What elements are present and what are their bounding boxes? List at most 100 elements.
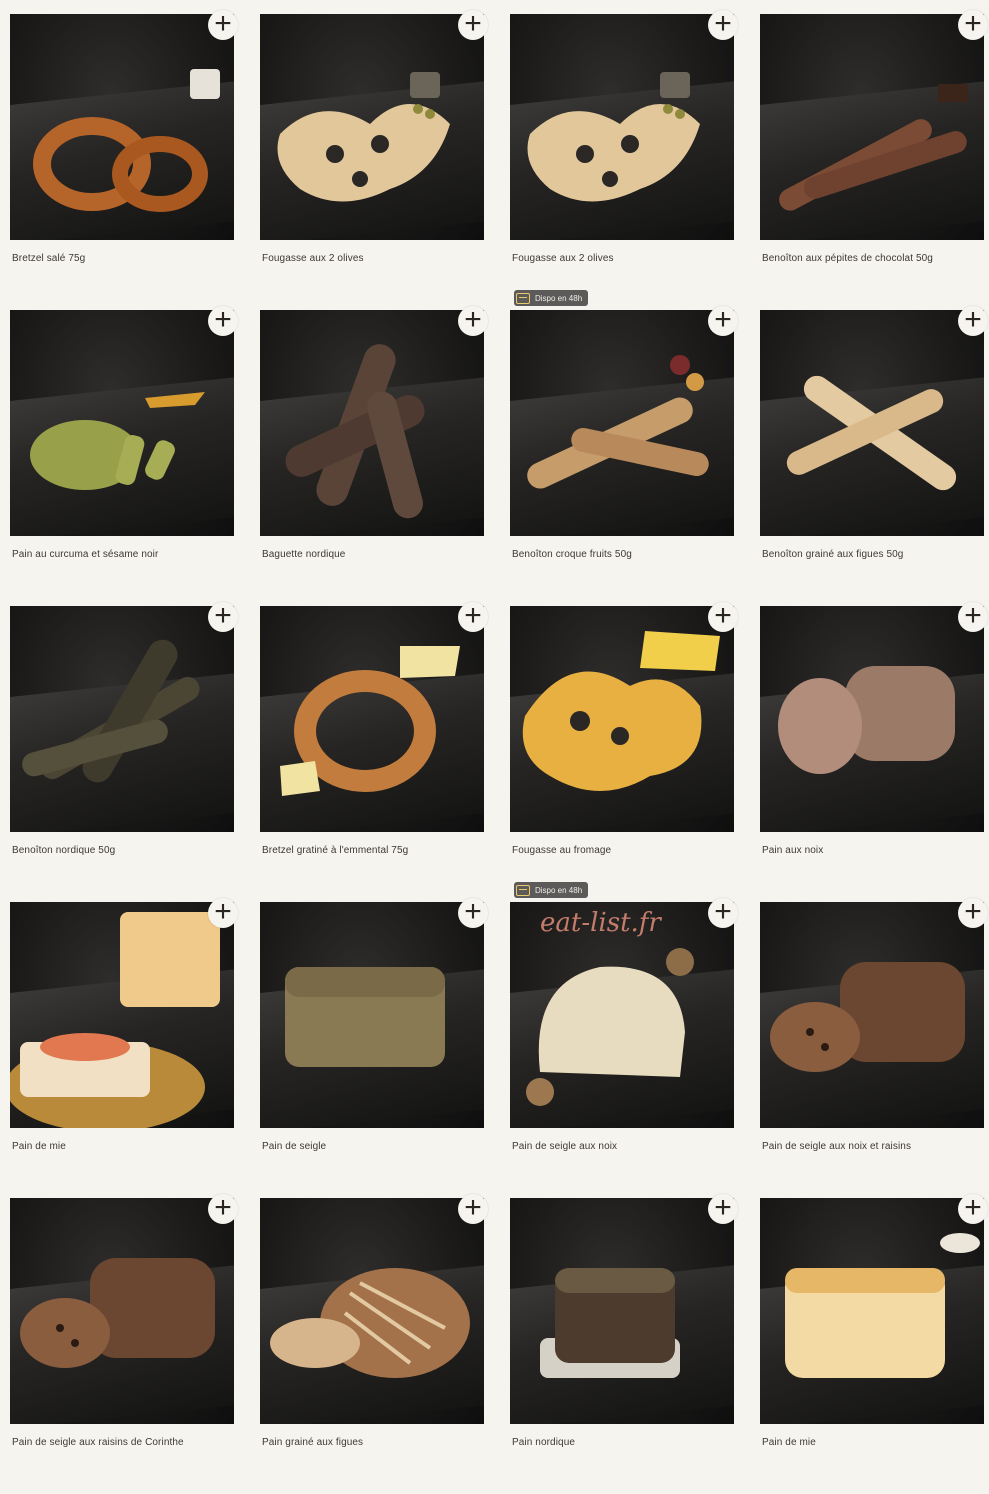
product-photo [760, 1198, 984, 1424]
add-to-cart-button[interactable]: + [708, 894, 738, 928]
oven-icon [516, 292, 530, 304]
product-name[interactable]: Bretzel gratiné à l'emmental 75g [262, 845, 408, 856]
product-photo [760, 310, 984, 536]
product-card[interactable]: + Benoîton nordique 50g [10, 600, 238, 902]
product-photo [510, 310, 734, 536]
product-card[interactable]: + Dispo en 48h Fougasse aux 2 olives [510, 8, 738, 310]
product-card[interactable]: + Pain de mie [10, 896, 238, 1198]
availability-label: Dispo en 48h [535, 293, 583, 303]
plus-icon: + [214, 6, 232, 40]
product-name[interactable]: Pain de seigle aux raisins de Corinthe [12, 1437, 184, 1448]
product-name[interactable]: Pain de seigle aux noix et raisins [762, 1141, 911, 1152]
product-card[interactable]: + Pain de seigle aux noix [510, 896, 738, 1198]
plus-icon: + [464, 598, 482, 632]
plus-icon: + [964, 598, 982, 632]
plus-icon: + [214, 1190, 232, 1224]
add-to-cart-button[interactable]: + [458, 894, 488, 928]
availability-label: Dispo en 48h [535, 885, 583, 895]
product-name[interactable]: Benoîton nordique 50g [12, 845, 115, 856]
add-to-cart-button[interactable]: + [958, 598, 988, 632]
plus-icon: + [714, 6, 732, 40]
plus-icon: + [464, 6, 482, 40]
plus-icon: + [714, 302, 732, 336]
product-card[interactable]: + Pain de mie [760, 1192, 988, 1494]
product-card[interactable]: + Bretzel gratiné à l'emmental 75g [260, 600, 488, 902]
plus-icon: + [714, 598, 732, 632]
product-card[interactable]: + Benoîton grainé aux figues 50g [760, 304, 988, 606]
product-photo [760, 14, 984, 240]
product-photo [10, 902, 234, 1128]
product-name[interactable]: Benoîton grainé aux figues 50g [762, 549, 903, 560]
add-to-cart-button[interactable]: + [458, 302, 488, 336]
product-name[interactable]: Fougasse au fromage [512, 845, 611, 856]
add-to-cart-button[interactable]: + [708, 598, 738, 632]
product-card[interactable]: + Benoîton croque fruits 50g [510, 304, 738, 606]
plus-icon: + [964, 1190, 982, 1224]
product-photo [760, 902, 984, 1128]
product-card[interactable]: + Pain grainé aux figues [260, 1192, 488, 1494]
plus-icon: + [714, 894, 732, 928]
plus-icon: + [214, 302, 232, 336]
oven-icon [516, 884, 530, 896]
add-to-cart-button[interactable]: + [208, 302, 238, 336]
product-card[interactable]: + Baguette nordique [260, 304, 488, 606]
product-photo [10, 14, 234, 240]
product-photo [260, 14, 484, 240]
add-to-cart-button[interactable]: + [458, 598, 488, 632]
add-to-cart-button[interactable]: + [208, 896, 238, 928]
product-photo [260, 310, 484, 536]
plus-icon: + [464, 894, 482, 928]
add-to-cart-button[interactable]: + [708, 302, 738, 336]
product-photo [760, 606, 984, 832]
product-photo [10, 1198, 234, 1424]
add-to-cart-button[interactable]: + [458, 6, 488, 40]
add-to-cart-button[interactable]: + [958, 1190, 988, 1224]
product-card[interactable]: + Benoîton aux pépites de chocolat 50g [760, 8, 988, 310]
product-name[interactable]: Bretzel salé 75g [12, 253, 85, 264]
product-name[interactable]: Pain de mie [12, 1141, 66, 1152]
product-card[interactable]: + Pain aux noix [760, 600, 988, 902]
add-to-cart-button[interactable]: + [208, 1190, 238, 1224]
plus-icon: + [964, 6, 982, 40]
product-photo [260, 606, 484, 832]
add-to-cart-button[interactable]: + [708, 1192, 738, 1224]
product-photo [510, 14, 734, 240]
add-to-cart-button[interactable]: + [208, 6, 238, 40]
product-name[interactable]: Baguette nordique [262, 549, 345, 560]
product-photo [10, 606, 234, 832]
product-name[interactable]: Pain de mie [762, 1437, 816, 1448]
product-name[interactable]: Pain grainé aux figues [262, 1437, 363, 1448]
product-card[interactable]: + Dispo en 48h Fougasse au fromage [510, 600, 738, 902]
product-name[interactable]: Benoîton croque fruits 50g [512, 549, 632, 560]
add-to-cart-button[interactable]: + [208, 598, 238, 632]
add-to-cart-button[interactable]: + [958, 6, 988, 40]
add-to-cart-button[interactable]: + [708, 6, 738, 40]
add-to-cart-button[interactable]: + [458, 1190, 488, 1224]
product-photo [510, 606, 734, 832]
product-name[interactable]: Pain de seigle [262, 1141, 326, 1152]
product-card[interactable]: + Pain nordique [510, 1192, 738, 1494]
product-photo [260, 1198, 484, 1424]
product-name[interactable]: Pain de seigle aux noix [512, 1141, 617, 1152]
product-name[interactable]: Fougasse aux 2 olives [262, 253, 364, 264]
availability-badge: Dispo en 48h [514, 290, 589, 306]
product-name[interactable]: Pain nordique [512, 1437, 575, 1448]
product-card[interactable]: + Pain au curcuma et sésame noir [10, 304, 238, 606]
product-name[interactable]: Benoîton aux pépites de chocolat 50g [762, 253, 933, 264]
plus-icon: + [464, 302, 482, 336]
plus-icon: + [464, 1190, 482, 1224]
plus-icon: + [214, 598, 232, 632]
product-card[interactable]: + Pain de seigle aux raisins de Corinthe [10, 1192, 238, 1494]
product-card[interactable]: + Bretzel salé 75g [10, 8, 238, 310]
product-name[interactable]: Pain aux noix [762, 845, 823, 856]
product-card[interactable]: + Fougasse aux 2 olives [260, 8, 488, 310]
product-name[interactable]: Pain au curcuma et sésame noir [12, 549, 158, 560]
product-photo [510, 1198, 734, 1424]
plus-icon: + [964, 302, 982, 336]
product-card[interactable]: + Pain de seigle aux noix et raisins [760, 896, 988, 1198]
add-to-cart-button[interactable]: + [958, 302, 988, 336]
product-card[interactable]: + Pain de seigle [260, 896, 488, 1198]
add-to-cart-button[interactable]: + [958, 896, 988, 928]
availability-badge: Dispo en 48h [514, 882, 589, 898]
product-name[interactable]: Fougasse aux 2 olives [512, 253, 614, 264]
